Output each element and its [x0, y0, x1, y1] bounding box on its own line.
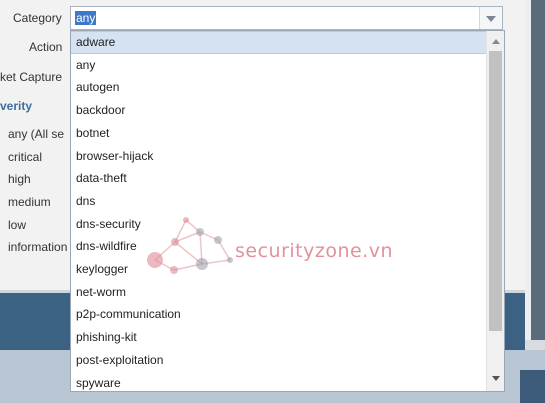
right-panel-edge	[525, 0, 545, 403]
dropdown-option-net-worm[interactable]: net-worm	[71, 281, 487, 304]
chevron-down-icon[interactable]	[479, 7, 502, 29]
dropdown-option-p2p-communication[interactable]: p2p-communication	[71, 303, 487, 326]
severity-item-informational[interactable]: information	[8, 239, 67, 262]
severity-item-medium[interactable]: medium	[8, 194, 67, 217]
severity-item-high[interactable]: high	[8, 171, 67, 194]
dropdown-option-adware[interactable]: adware	[71, 31, 487, 54]
dropdown-option-dns-security[interactable]: dns-security	[71, 213, 487, 236]
severity-item-any[interactable]: any (All se	[8, 126, 67, 149]
scrollbar-thumb[interactable]	[489, 51, 502, 331]
severity-item-low[interactable]: low	[8, 217, 67, 240]
dropdown-option-post-exploitation[interactable]: post-exploitation	[71, 349, 487, 372]
dropdown-option-botnet[interactable]: botnet	[71, 122, 487, 145]
category-label: Category	[13, 11, 62, 25]
severity-list: any (All se critical high medium low inf…	[8, 126, 67, 262]
packet-capture-label: ket Capture	[0, 70, 63, 84]
dropdown-option-spyware[interactable]: spyware	[71, 372, 487, 392]
dropdown-scrollbar[interactable]	[486, 31, 504, 391]
category-input-value[interactable]: any	[75, 11, 97, 25]
severity-item-critical[interactable]: critical	[8, 149, 67, 172]
dropdown-option-backdoor[interactable]: backdoor	[71, 99, 487, 122]
dropdown-option-autogen[interactable]: autogen	[71, 76, 487, 99]
dropdown-option-any[interactable]: any	[71, 54, 487, 77]
watermark-text: securityzone.vn	[235, 240, 394, 262]
dropdown-option-phishing-kit[interactable]: phishing-kit	[71, 326, 487, 349]
action-label: Action	[29, 40, 63, 54]
severity-section-title: verity	[0, 99, 33, 113]
category-dropdown-list[interactable]: adware any autogen backdoor botnet brows…	[70, 30, 505, 392]
category-combobox[interactable]: any	[70, 6, 503, 30]
scroll-up-icon[interactable]	[492, 39, 500, 44]
dropdown-option-data-theft[interactable]: data-theft	[71, 167, 487, 190]
dropdown-option-browser-hijack[interactable]: browser-hijack	[71, 145, 487, 168]
dropdown-option-dns[interactable]: dns	[71, 190, 487, 213]
scroll-down-icon[interactable]	[492, 376, 500, 381]
